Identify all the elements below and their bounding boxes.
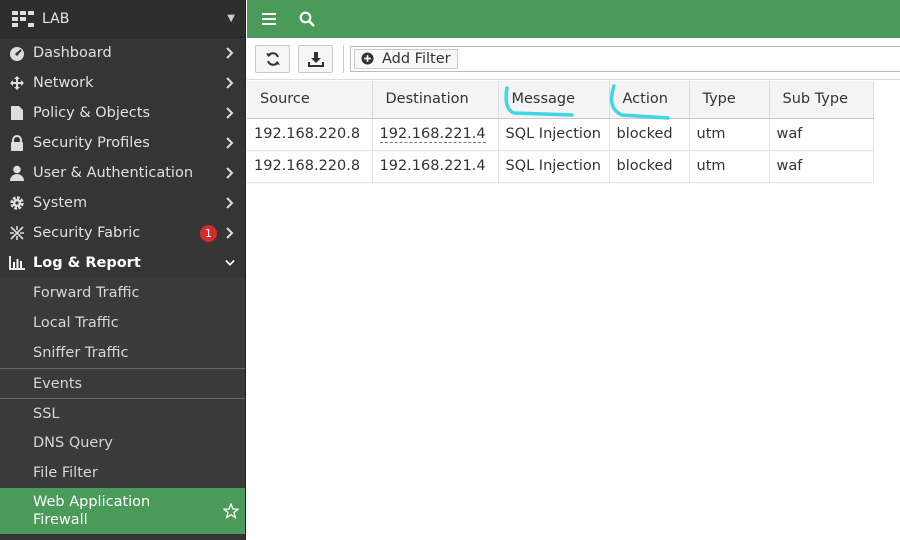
filter-bar[interactable]: Add Filter — [350, 45, 900, 72]
column-header-message[interactable]: Message — [498, 81, 610, 119]
sidebar-item-dashboard[interactable]: Dashboard — [0, 38, 245, 68]
sidebar: LAB ▼ Dashboard Network Policy & Objects… — [0, 0, 246, 540]
add-filter-button[interactable]: Add Filter — [354, 48, 458, 69]
cell-destination: 192.168.221.4 — [372, 150, 499, 183]
sidebar-item-network[interactable]: Network — [0, 68, 245, 98]
gear-icon — [8, 195, 26, 211]
sidebar-item-security-fabric[interactable]: Security Fabric 1 — [0, 218, 245, 248]
log-table-container: Source Destination Message Action Type S… — [247, 81, 900, 183]
chevron-right-icon — [225, 77, 235, 89]
submenu-item-forward-traffic[interactable]: Forward Traffic — [0, 278, 245, 308]
cell-source: 192.168.220.8 — [247, 150, 373, 183]
destination-link[interactable]: 192.168.221.4 — [379, 126, 486, 143]
download-button[interactable] — [298, 44, 333, 73]
caret-down-icon: ▼ — [227, 13, 235, 24]
table-row[interactable]: 192.168.220.8 192.168.221.4 SQL Injectio… — [247, 118, 874, 151]
submenu-item-file-filter[interactable]: File Filter — [0, 458, 245, 488]
submenu-item-sniffer-traffic[interactable]: Sniffer Traffic — [0, 338, 245, 368]
sidebar-item-log-report[interactable]: Log & Report — [0, 248, 245, 278]
sidebar-item-label: Policy & Objects — [33, 105, 151, 121]
plus-circle-icon — [361, 52, 374, 65]
chevron-right-icon — [225, 167, 235, 179]
sidebar-item-label: Log & Report — [33, 255, 141, 271]
star-icon[interactable] — [223, 503, 239, 519]
lock-icon — [8, 135, 26, 151]
table-row[interactable]: 192.168.220.8 192.168.221.4 SQL Injectio… — [247, 150, 874, 183]
network-icon — [8, 75, 26, 91]
chart-icon — [8, 255, 26, 271]
cell-type: utm — [689, 118, 770, 151]
table-header-row: Source Destination Message Action Type S… — [247, 81, 874, 119]
column-header-destination[interactable]: Destination — [372, 81, 499, 119]
submenu-item-events[interactable]: Events — [0, 368, 245, 398]
cell-sub-type: waf — [769, 150, 874, 183]
add-filter-label: Add Filter — [382, 50, 451, 67]
notification-badge: 1 — [200, 224, 217, 242]
submenu-item-web-application-firewall[interactable]: Web Application Firewall — [0, 488, 245, 534]
cell-message: SQL Injection — [498, 118, 610, 151]
toolbar-divider — [343, 44, 344, 73]
sidebar-item-security-profiles[interactable]: Security Profiles — [0, 128, 245, 158]
cell-action: blocked — [609, 118, 690, 151]
cell-type: utm — [689, 150, 770, 183]
download-icon — [307, 51, 324, 67]
column-header-source[interactable]: Source — [247, 81, 373, 119]
brand-label: LAB — [42, 10, 70, 27]
chevron-down-icon — [225, 257, 235, 269]
sidebar-item-label: System — [33, 195, 88, 211]
chevron-right-icon — [225, 197, 235, 209]
chevron-right-icon — [225, 47, 235, 59]
chevron-right-icon — [225, 107, 235, 119]
sidebar-item-label: Security Profiles — [33, 135, 150, 151]
cell-action: blocked — [609, 150, 690, 183]
user-icon — [8, 165, 26, 181]
log-toolbar: Add Filter — [247, 38, 900, 80]
submenu-item-label: Web Application Firewall — [33, 494, 151, 528]
brand-selector[interactable]: LAB ▼ — [0, 0, 245, 38]
sidebar-item-label: User & Authentication — [33, 165, 194, 181]
chevron-right-icon — [225, 227, 235, 239]
cell-sub-type: waf — [769, 118, 874, 151]
sidebar-item-system[interactable]: System — [0, 188, 245, 218]
dashboard-icon — [8, 45, 26, 61]
column-header-sub-type[interactable]: Sub Type — [769, 81, 874, 119]
search-icon[interactable] — [297, 9, 317, 29]
log-report-submenu: Forward Traffic Local Traffic Sniffer Tr… — [0, 278, 245, 534]
sidebar-item-label: Security Fabric — [33, 225, 141, 241]
column-header-action[interactable]: Action — [609, 81, 690, 119]
top-bar — [247, 0, 900, 38]
sidebar-item-user-authentication[interactable]: User & Authentication — [0, 158, 245, 188]
fortinet-logo-icon — [12, 10, 34, 27]
cell-message: SQL Injection — [498, 150, 610, 183]
submenu-item-ssl[interactable]: SSL — [0, 398, 245, 428]
cell-source: 192.168.220.8 — [247, 118, 373, 151]
refresh-button[interactable] — [255, 44, 290, 73]
submenu-item-local-traffic[interactable]: Local Traffic — [0, 308, 245, 338]
fabric-icon — [8, 225, 26, 241]
cell-destination: 192.168.221.4 — [372, 118, 499, 151]
submenu-item-dns-query[interactable]: DNS Query — [0, 428, 245, 458]
log-table: Source Destination Message Action Type S… — [247, 81, 874, 183]
column-header-type[interactable]: Type — [689, 81, 770, 119]
sidebar-item-label: Network — [33, 75, 94, 91]
menu-icon[interactable] — [259, 9, 279, 29]
chevron-right-icon — [225, 137, 235, 149]
sidebar-item-label: Dashboard — [33, 45, 112, 61]
refresh-icon — [265, 51, 280, 66]
sidebar-item-policy-objects[interactable]: Policy & Objects — [0, 98, 245, 128]
policy-icon — [8, 105, 26, 121]
